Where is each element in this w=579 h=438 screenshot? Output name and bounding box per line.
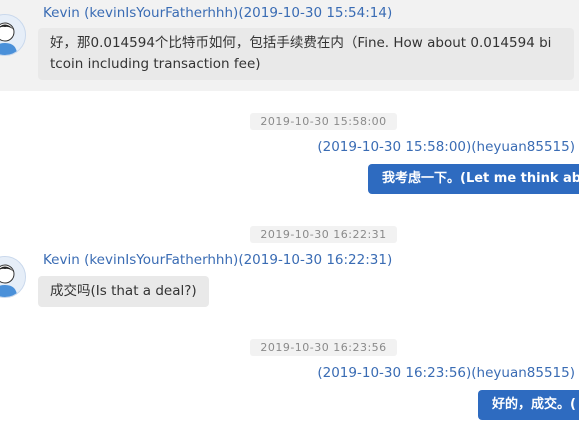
sender-name: Kevin (kevinIsYourFatherhhh)(2019-10-30 … xyxy=(43,252,393,268)
message-bubble: 成交吗(Is that a deal?) xyxy=(38,276,209,307)
sender-name: (2019-10-30 15:58:00)(heyuan85515) xyxy=(317,139,575,155)
message-text-line: 好，那0.014594个比特币如何，包括手续费在内（Fine. How abou… xyxy=(50,35,552,51)
message-incoming-2[interactable]: Kevin (kevinIsYourFatherhhh)(2019-10-30 … xyxy=(0,245,579,315)
message-incoming-1[interactable]: Kevin (kevinIsYourFatherhhh)(2019-10-30 … xyxy=(0,0,579,91)
message-bubble: 好，那0.014594个比特币如何，包括手续费在内（Fine. How abou… xyxy=(38,28,574,80)
timestamp: 2019-10-30 15:58:00 xyxy=(250,113,397,130)
message-bubble-outgoing[interactable]: 好的，成交。( xyxy=(478,390,579,420)
chat-history: Kevin (kevinIsYourFatherhhh)(2019-10-30 … xyxy=(0,0,579,438)
sender-name: (2019-10-30 16:23:56)(heyuan85515) xyxy=(317,365,575,381)
timestamp-divider: 2019-10-30 16:22:31 xyxy=(0,223,579,243)
message-text-line: tcoin including transaction fee) xyxy=(50,56,261,72)
sender-name: Kevin (kevinIsYourFatherhhh)(2019-10-30 … xyxy=(43,5,393,21)
user-avatar-icon[interactable] xyxy=(0,256,26,298)
message-bubble-outgoing[interactable]: 我考虑一下。(Let me think abo xyxy=(368,164,579,194)
timestamp-divider: 2019-10-30 16:23:56 xyxy=(0,336,579,356)
timestamp: 2019-10-30 16:22:31 xyxy=(250,226,397,243)
timestamp-divider: 2019-10-30 15:58:00 xyxy=(0,110,579,130)
user-avatar-icon[interactable] xyxy=(0,14,26,56)
timestamp: 2019-10-30 16:23:56 xyxy=(250,339,397,356)
